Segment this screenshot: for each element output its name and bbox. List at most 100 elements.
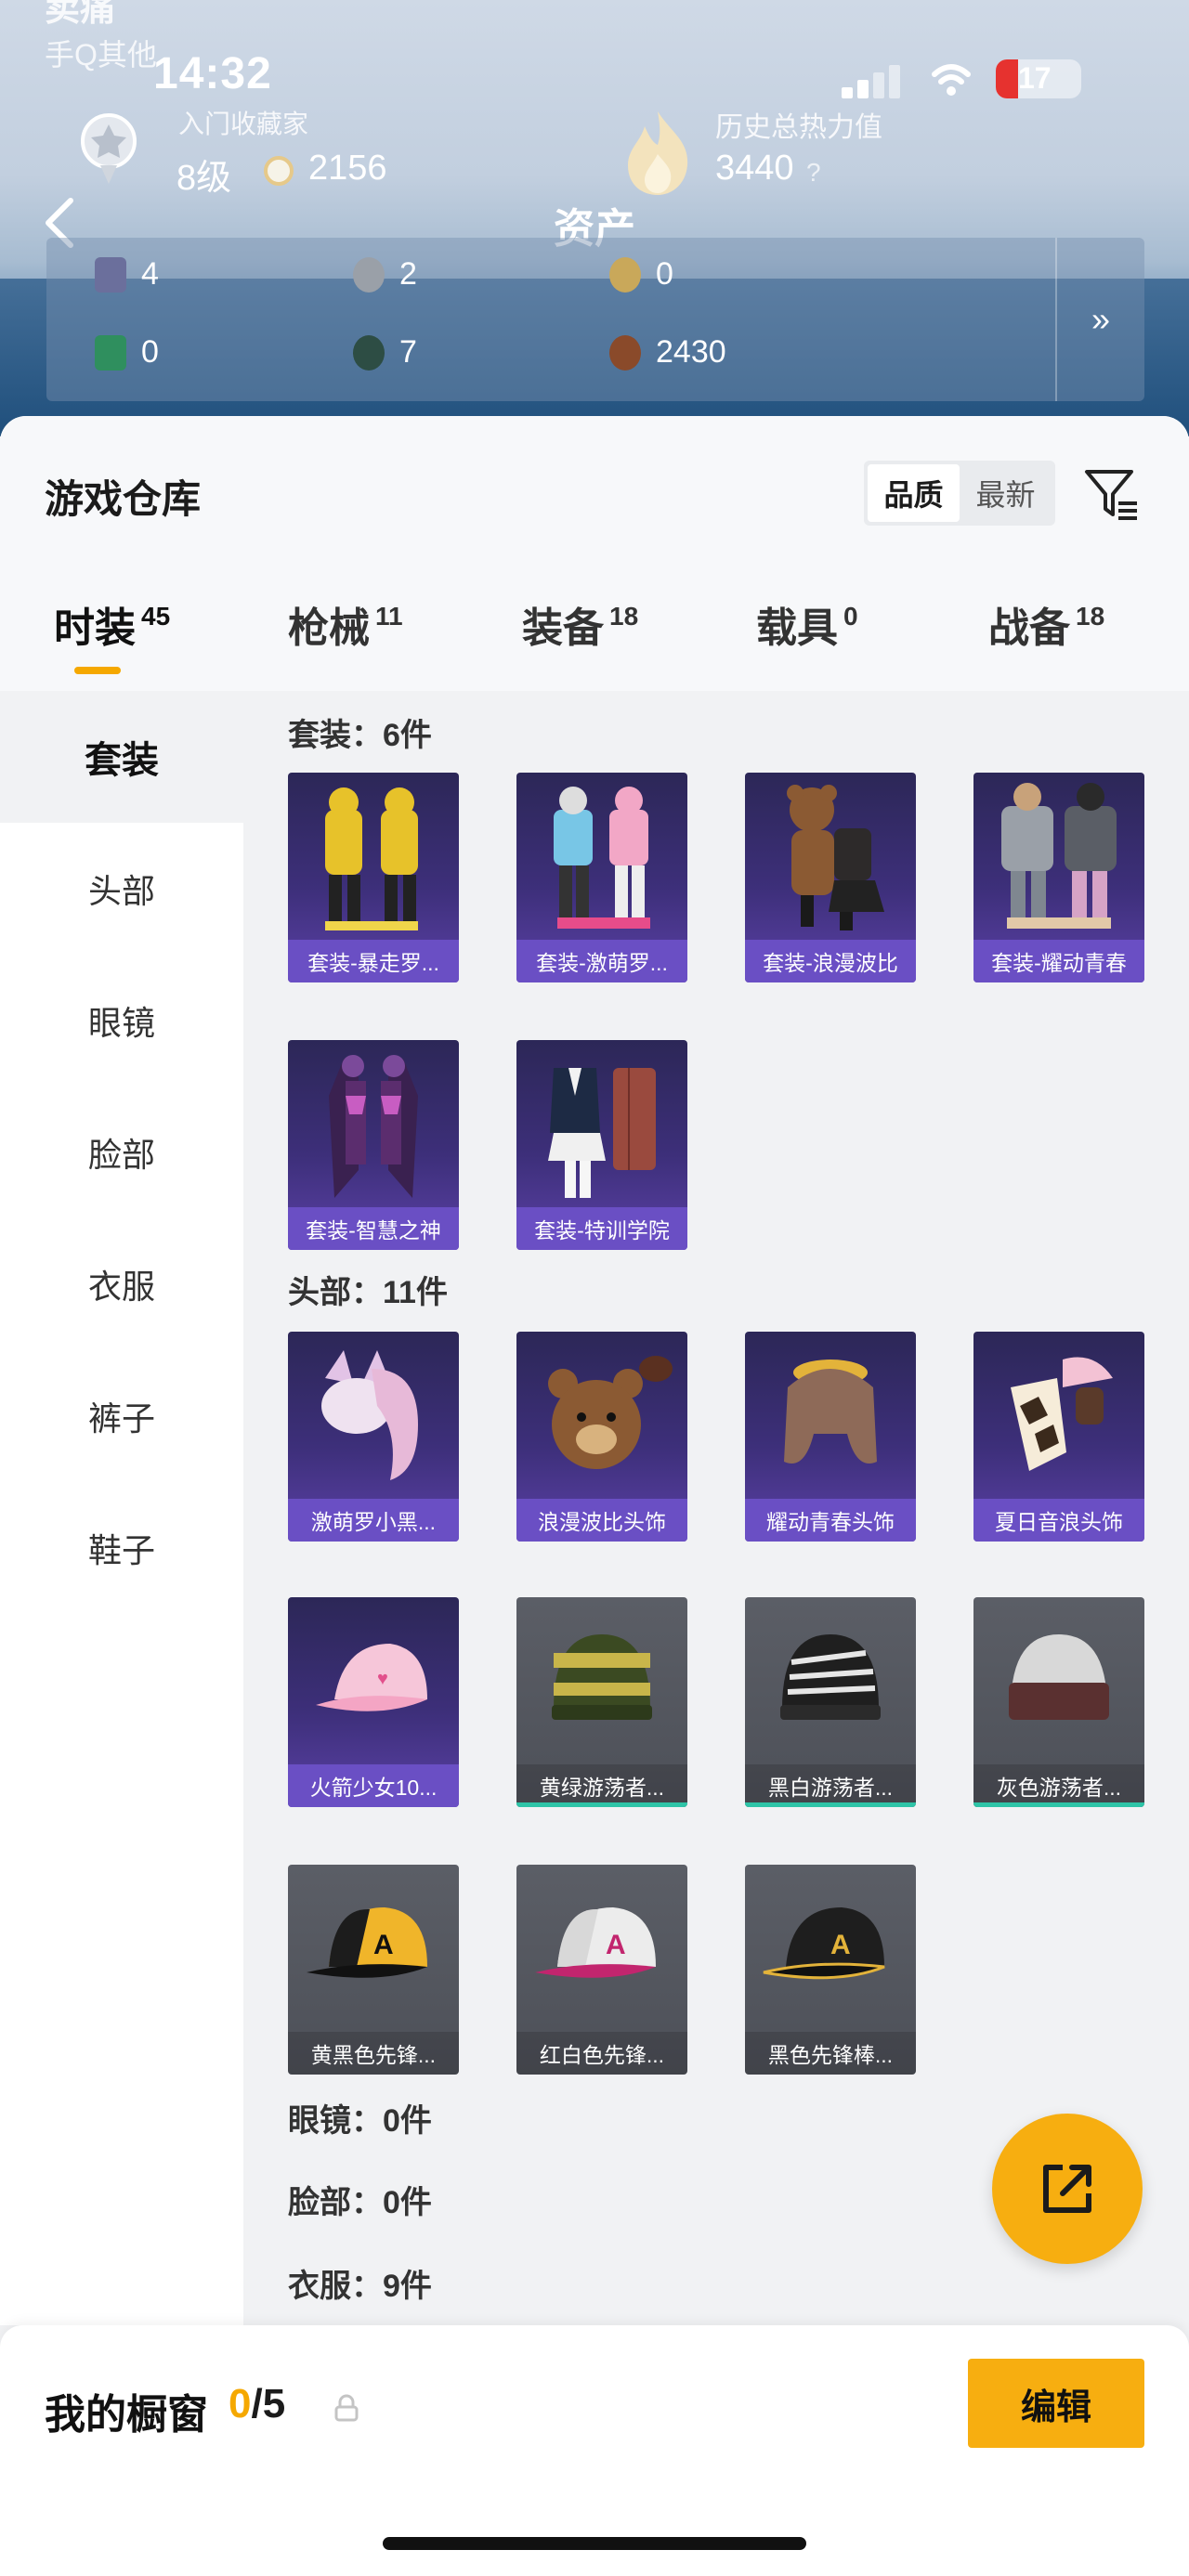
token-icon bbox=[353, 334, 385, 371]
item-name: 套装-激萌罗... bbox=[516, 940, 687, 982]
item-card[interactable]: 套装-特训学院 bbox=[516, 1040, 687, 1250]
item-card[interactable]: 套装-浪漫波比 bbox=[745, 773, 916, 982]
player-subtitle: 手Q其他 bbox=[45, 38, 157, 72]
item-card[interactable]: 浪漫波比头饰 bbox=[516, 1332, 687, 1542]
signal-icon bbox=[842, 65, 901, 98]
pink-cap-icon: ♥ bbox=[316, 1644, 427, 1711]
item-card[interactable]: 灰色游荡者... bbox=[973, 1597, 1144, 1807]
tab-combat-gear[interactable]: 战备 18 bbox=[988, 594, 1104, 654]
asset-item: 2 bbox=[353, 256, 417, 293]
sidebar-item-clothes[interactable]: 衣服 bbox=[0, 1218, 243, 1350]
collector-badge-icon bbox=[81, 113, 137, 184]
status-time: 14:32 bbox=[153, 49, 272, 98]
warehouse-sheet: 游戏仓库 品质 最新 时装 45 枪械 11 装备 18 载具 0 战备 18 套装 头部… bbox=[0, 416, 1189, 2576]
battery-icon: 17 bbox=[996, 59, 1081, 98]
tab-vehicles[interactable]: 载具 0 bbox=[756, 594, 858, 654]
asset-value: 4 bbox=[141, 256, 159, 292]
item-card[interactable]: 套装-智慧之神 bbox=[288, 1040, 459, 1250]
item-card[interactable]: 套装-暴走罗... bbox=[288, 773, 459, 982]
share-icon bbox=[1043, 2165, 1091, 2213]
tab-count: 0 bbox=[843, 602, 858, 631]
item-card[interactable]: A 红白色先锋... bbox=[516, 1865, 687, 2075]
tab-fashion[interactable]: 时装 45 bbox=[54, 594, 170, 654]
sidebar-item-head[interactable]: 头部 bbox=[0, 823, 243, 955]
item-card[interactable]: A 黄黑色先锋... bbox=[288, 1865, 459, 2075]
sidebar-item-glasses[interactable]: 眼镜 bbox=[0, 955, 243, 1086]
section-label-suits: 套装：6件 bbox=[288, 718, 432, 753]
asset-value: 0 bbox=[656, 256, 673, 292]
asset-item: 2430 bbox=[609, 334, 726, 371]
item-card[interactable]: A 黑色先锋棒... bbox=[745, 1865, 916, 2075]
svg-text:A: A bbox=[830, 1930, 851, 1960]
sort-quality-button[interactable]: 品质 bbox=[868, 464, 960, 522]
item-name: 套装-浪漫波比 bbox=[745, 940, 916, 982]
sidebar-item-pants[interactable]: 裤子 bbox=[0, 1350, 243, 1482]
asset-value: 2 bbox=[399, 256, 417, 292]
beanie-icon bbox=[780, 1634, 881, 1720]
rank-title: 入门收藏家 bbox=[178, 110, 309, 138]
card-icon bbox=[95, 256, 126, 293]
player-name: 卖痛 bbox=[45, 0, 116, 29]
item-name: 黑白游荡者... bbox=[745, 1764, 916, 1807]
item-card[interactable]: 耀动青春头饰 bbox=[745, 1332, 916, 1542]
rarity-strip bbox=[973, 1802, 1144, 1807]
suit-figure-icon bbox=[1001, 783, 1117, 929]
tab-label: 时装 bbox=[54, 605, 136, 651]
asset-value: 7 bbox=[399, 334, 417, 370]
bear-head-icon bbox=[548, 1356, 673, 1469]
beret-hair-icon bbox=[784, 1360, 877, 1464]
asset-value: 2430 bbox=[656, 334, 726, 370]
suit-figure-icon bbox=[548, 1068, 656, 1198]
filter-icon[interactable] bbox=[1081, 464, 1141, 524]
assets-panel[interactable]: 4 2 0 0 7 2430 » bbox=[46, 238, 1144, 401]
item-name: 套装-耀动青春 bbox=[973, 940, 1144, 982]
item-name: 黄绿游荡者... bbox=[516, 1764, 687, 1807]
item-card[interactable]: 夏日音浪头饰 bbox=[973, 1332, 1144, 1542]
item-name: 套装-智慧之神 bbox=[288, 1207, 459, 1250]
lock-icon bbox=[334, 2394, 359, 2422]
wifi-icon bbox=[932, 64, 971, 96]
section-label-clothes: 衣服：9件 bbox=[288, 2269, 432, 2304]
edit-button[interactable]: 编辑 bbox=[968, 2359, 1144, 2448]
item-card[interactable]: 黑白游荡者... bbox=[745, 1597, 916, 1807]
asset-item: 0 bbox=[609, 256, 673, 293]
item-card[interactable]: 激萌罗小黑... bbox=[288, 1332, 459, 1542]
baseball-cap-icon: A bbox=[763, 1907, 885, 1980]
tab-guns[interactable]: 枪械 11 bbox=[288, 594, 403, 654]
tab-equipment[interactable]: 装备 18 bbox=[522, 594, 638, 654]
beanie-icon bbox=[1009, 1634, 1109, 1720]
sidebar-item-shoes[interactable]: 鞋子 bbox=[0, 1482, 243, 1614]
showcase-title: 我的橱窗 bbox=[45, 2392, 208, 2438]
sidebar-item-face[interactable]: 脸部 bbox=[0, 1086, 243, 1218]
category-tabs: 时装 45 枪械 11 装备 18 载具 0 战备 18 bbox=[0, 594, 1189, 669]
coin-icon bbox=[264, 156, 294, 186]
asset-item: 0 bbox=[95, 334, 159, 371]
warehouse-title: 游戏仓库 bbox=[45, 477, 202, 521]
tab-label: 装备 bbox=[522, 605, 604, 651]
sort-newest-button[interactable]: 最新 bbox=[960, 464, 1052, 522]
cat-ear-hair-icon bbox=[321, 1350, 418, 1480]
suit-figure-icon bbox=[554, 787, 650, 929]
item-name: 夏日音浪头饰 bbox=[973, 1499, 1144, 1542]
sidebar-item-suits[interactable]: 套装 bbox=[0, 691, 243, 823]
item-name: 灰色游荡者... bbox=[973, 1764, 1144, 1807]
item-card[interactable]: 黄绿游荡者... bbox=[516, 1597, 687, 1807]
green-card-icon bbox=[95, 334, 126, 371]
assets-more-button[interactable]: » bbox=[1055, 238, 1144, 401]
heat-title: 历史总热力值 bbox=[715, 112, 882, 143]
item-card[interactable]: 套装-激萌罗... bbox=[516, 773, 687, 982]
item-card[interactable]: ♥ 火箭少女10... bbox=[288, 1597, 459, 1807]
suit-figure-icon bbox=[329, 1055, 418, 1198]
item-card[interactable]: 套装-耀动青春 bbox=[973, 773, 1144, 982]
share-button[interactable] bbox=[992, 2114, 1143, 2264]
beanie-icon bbox=[552, 1634, 652, 1720]
suit-figure-icon bbox=[325, 787, 418, 930]
heat-value: 3440 bbox=[715, 149, 794, 188]
gold-coin-icon bbox=[609, 256, 641, 293]
fire-icon bbox=[628, 111, 688, 195]
rarity-strip bbox=[516, 1802, 687, 1807]
item-grid: 套装：6件 套装-暴走罗... 套装-激萌罗... 套装-浪漫波比 套装-耀动青… bbox=[243, 691, 1189, 2325]
active-tab-indicator bbox=[74, 667, 121, 674]
subcategory-sidebar: 套装 头部 眼镜 脸部 衣服 裤子 鞋子 bbox=[0, 691, 243, 2325]
heat-help-icon[interactable]: ? bbox=[806, 158, 821, 188]
